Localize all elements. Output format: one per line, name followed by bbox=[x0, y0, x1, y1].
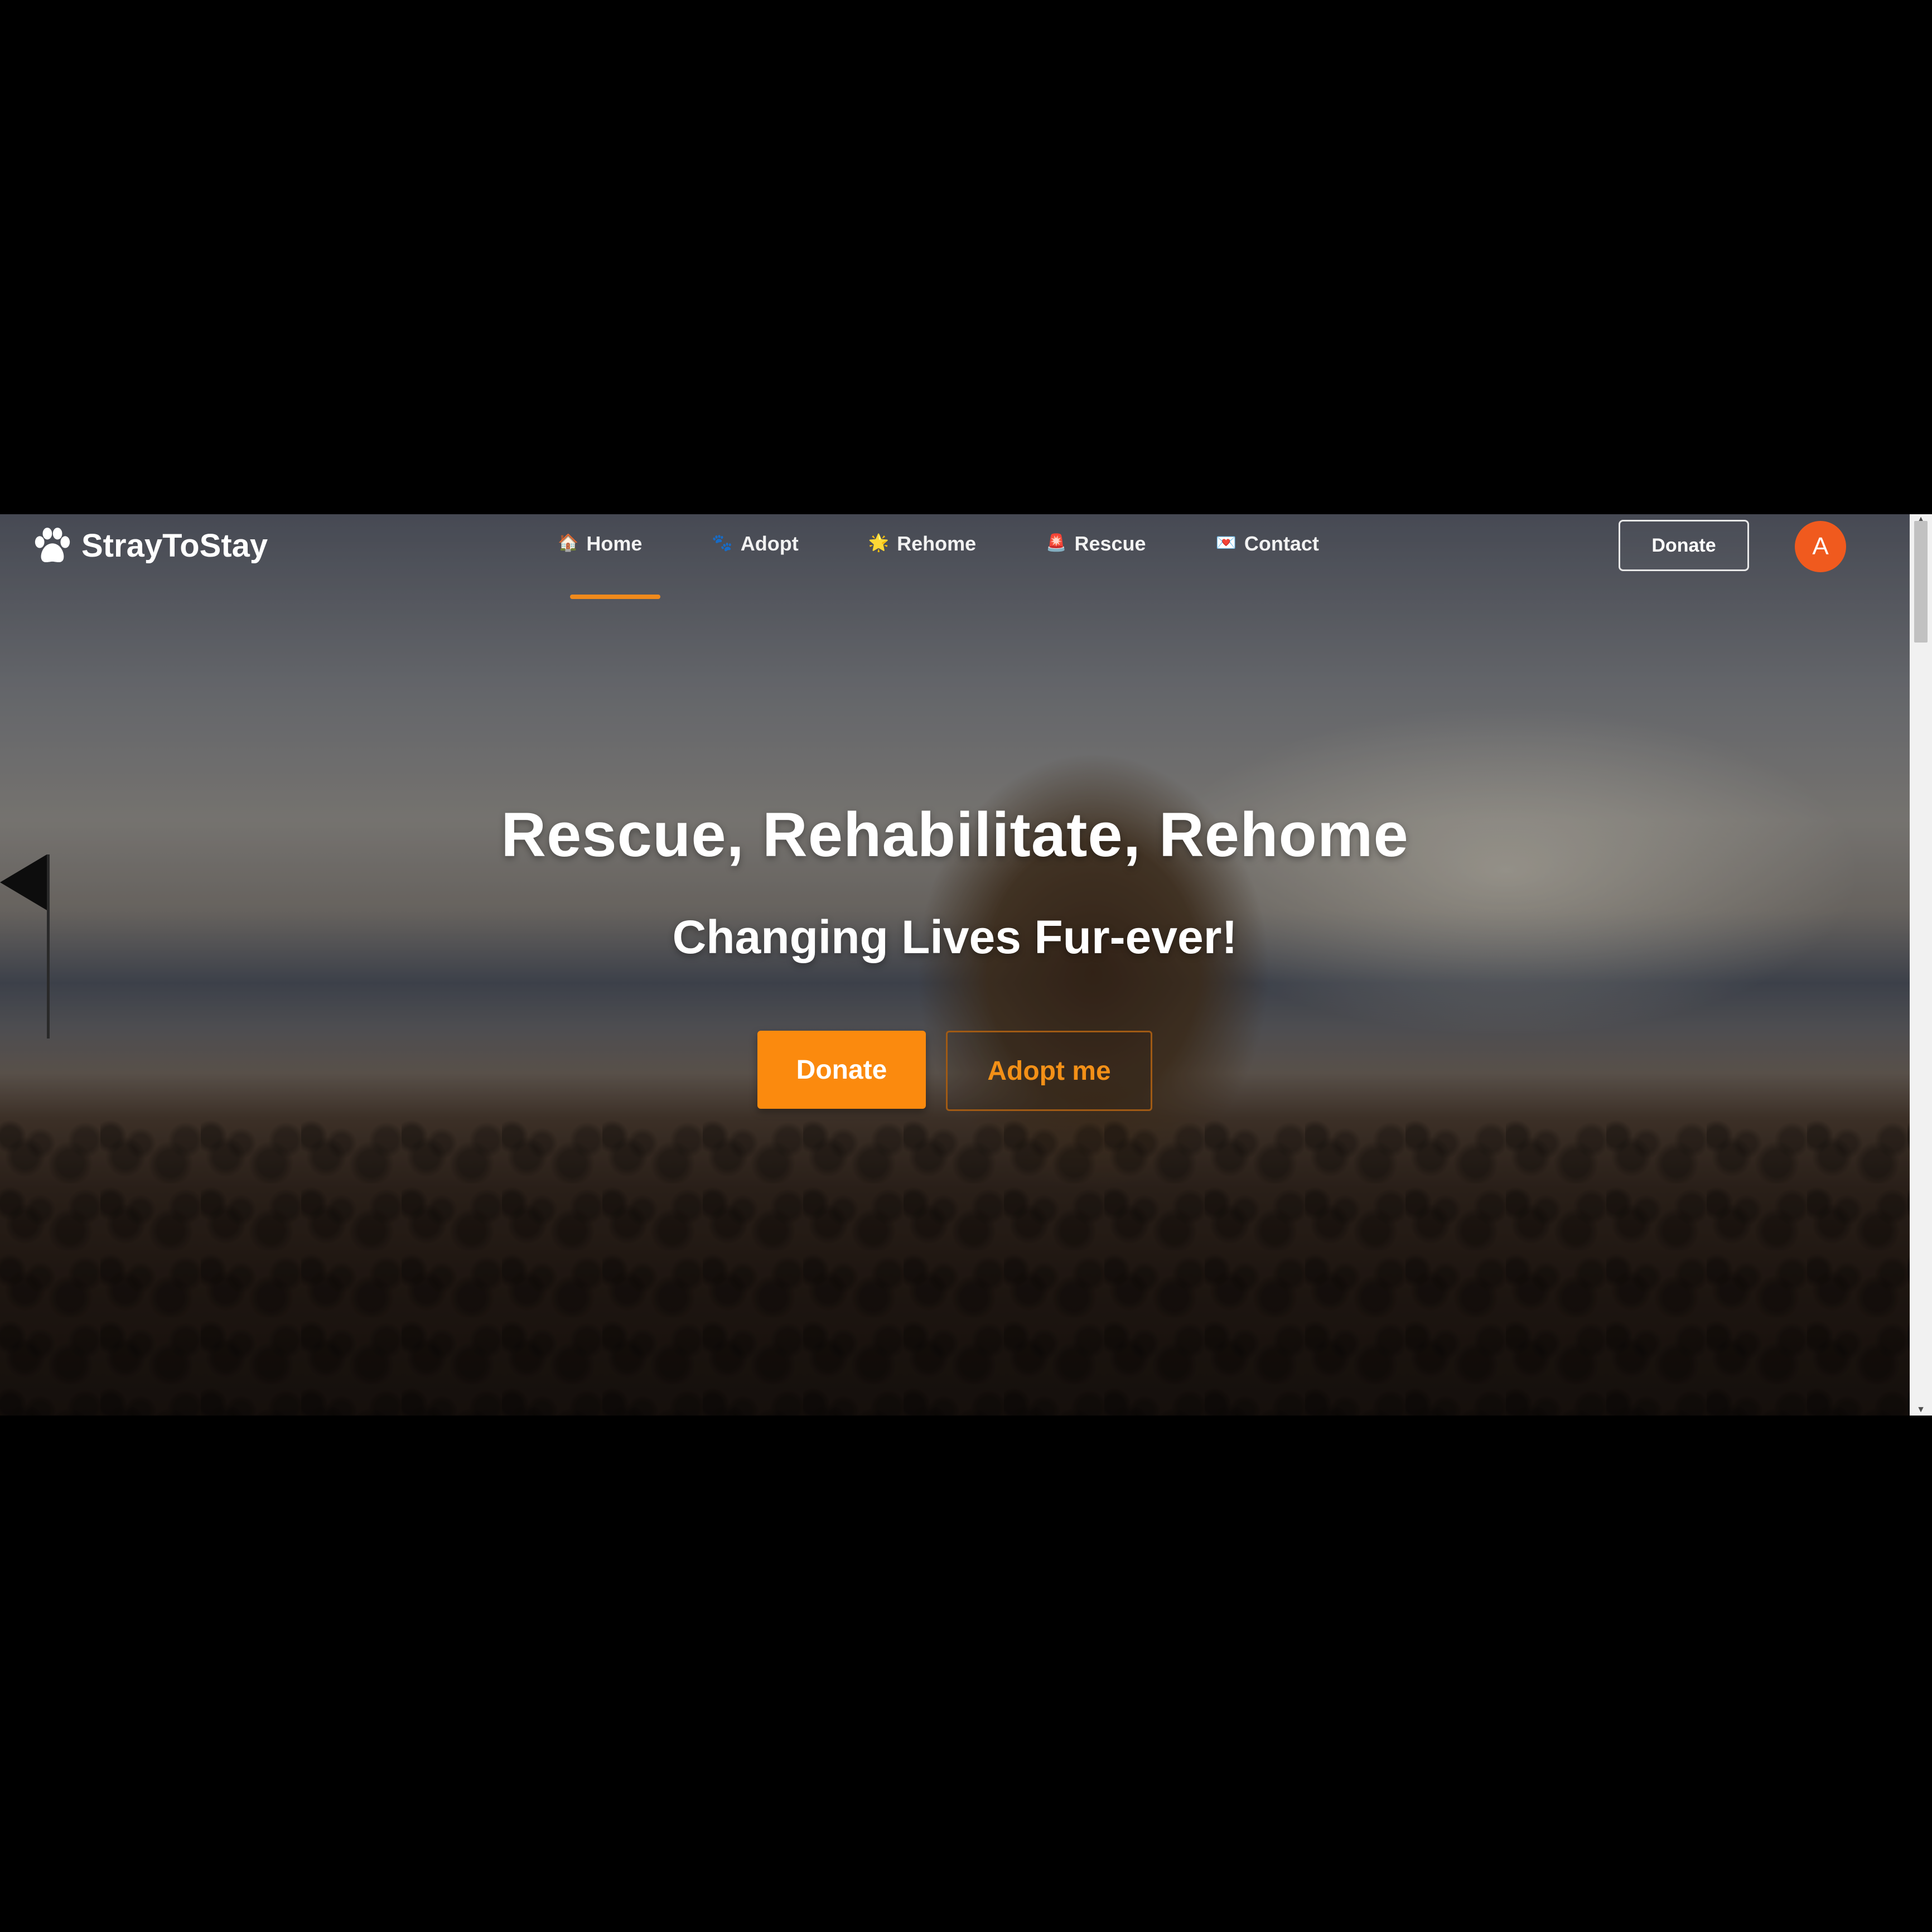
siren-icon: 🚨 bbox=[1046, 533, 1067, 553]
paw-prints-icon: 🐾 bbox=[712, 533, 733, 553]
main-nav: 🏠 Home 🐾 Adopt 🌟 Rehome 🚨 Rescue 💌 Conta… bbox=[558, 532, 1389, 599]
nav-item-rescue[interactable]: 🚨 Rescue bbox=[1046, 532, 1146, 582]
user-avatar[interactable]: A bbox=[1795, 521, 1846, 572]
brand-logo[interactable]: StrayToStay bbox=[31, 524, 268, 567]
hero-overlay bbox=[0, 514, 1910, 1416]
hero-title: Rescue, Rehabilitate, Rehome bbox=[501, 800, 1409, 870]
nav-item-adopt[interactable]: 🐾 Adopt bbox=[712, 532, 798, 582]
scroll-down-arrow-icon[interactable]: ▼ bbox=[1910, 1404, 1932, 1416]
hero-actions: Donate Adopt me bbox=[757, 1031, 1152, 1111]
hero-adopt-button[interactable]: Adopt me bbox=[946, 1031, 1152, 1111]
nav-item-label: Rehome bbox=[897, 532, 977, 555]
browser-viewport: StrayToStay 🏠 Home 🐾 Adopt 🌟 Rehome 🚨 Re… bbox=[0, 514, 1932, 1416]
vertical-scrollbar[interactable]: ▲ ▼ bbox=[1910, 514, 1932, 1416]
hero-subtitle: Changing Lives Fur-ever! bbox=[672, 911, 1238, 963]
page: StrayToStay 🏠 Home 🐾 Adopt 🌟 Rehome 🚨 Re… bbox=[0, 0, 1932, 1932]
nav-donate-button[interactable]: Donate bbox=[1619, 520, 1749, 571]
love-letter-icon: 💌 bbox=[1215, 533, 1237, 553]
nav-item-rehome[interactable]: 🌟 Rehome bbox=[868, 532, 976, 582]
scrollbar-thumb[interactable] bbox=[1914, 521, 1928, 643]
home-icon: 🏠 bbox=[558, 533, 579, 553]
star-icon: 🌟 bbox=[868, 533, 890, 553]
hero-donate-button[interactable]: Donate bbox=[757, 1031, 926, 1109]
nav-item-label: Contact bbox=[1244, 532, 1319, 555]
nav-item-contact[interactable]: 💌 Contact bbox=[1216, 532, 1319, 582]
nav-item-label: Home bbox=[586, 532, 643, 555]
nav-item-label: Adopt bbox=[740, 532, 799, 555]
nav-item-home[interactable]: 🏠 Home bbox=[558, 532, 661, 599]
nav-item-label: Rescue bbox=[1074, 532, 1146, 555]
navbar: StrayToStay 🏠 Home 🐾 Adopt 🌟 Rehome 🚨 Re… bbox=[0, 514, 1910, 599]
brand-name: StrayToStay bbox=[81, 527, 268, 564]
paw-icon bbox=[35, 528, 70, 563]
